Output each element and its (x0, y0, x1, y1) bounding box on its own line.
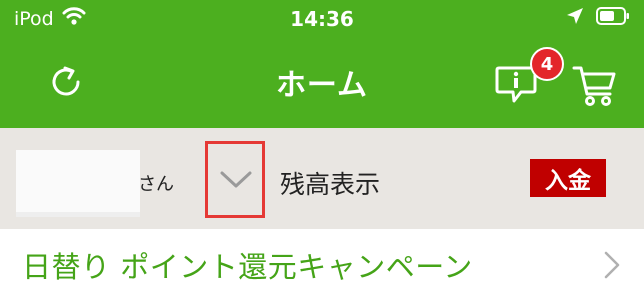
status-time: 14:36 (290, 7, 354, 31)
chevron-right-icon (604, 251, 620, 279)
user-name-field (16, 150, 140, 217)
promo-label: 日替り ポイント還元キャンペーン (22, 250, 473, 284)
notification-badge: 4 (530, 47, 564, 81)
battery-icon (596, 7, 630, 29)
status-bar-right (566, 7, 630, 29)
honorific-label: さん (138, 174, 174, 195)
balance-display-label[interactable]: 残高表示 (280, 165, 380, 201)
balance-toggle-button[interactable] (205, 141, 265, 218)
cart-icon[interactable] (572, 60, 618, 108)
location-icon (566, 7, 584, 29)
chevron-down-icon (220, 171, 252, 188)
deposit-button[interactable]: 入金 (530, 159, 606, 197)
app-header: iPod 14:36 ホーム 4 (0, 0, 644, 128)
account-summary-row: さん 残高表示 入金 (0, 128, 644, 229)
promo-list-item[interactable]: 日替り ポイント還元キャンペーン (0, 229, 644, 296)
